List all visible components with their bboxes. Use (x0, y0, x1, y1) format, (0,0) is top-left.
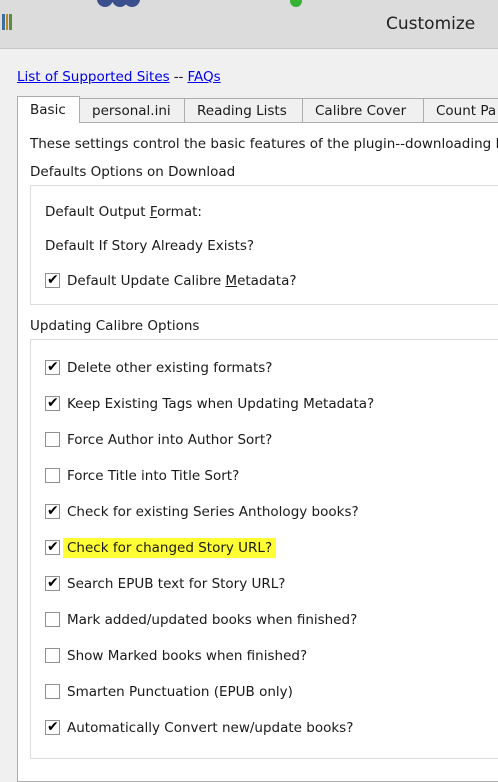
search-epub-url-label: Search EPUB text for Story URL? (67, 576, 286, 592)
default-output-format-label: Default Output Format: (45, 204, 202, 220)
show-marked-checkbox[interactable] (45, 648, 60, 663)
links-separator: -- (173, 69, 184, 85)
force-title-sort-label: Force Title into Title Sort? (67, 468, 240, 484)
highlight-mark: Check for changed Story URL? (63, 538, 277, 558)
help-links: List of Supported Sites -- FAQs (17, 69, 221, 85)
updating-section-title: Updating Calibre Options (30, 318, 200, 334)
changed-story-url-checkbox[interactable]: ✔ (45, 539, 60, 555)
supported-sites-link[interactable]: List of Supported Sites (17, 69, 170, 85)
decorative-blob-icon (124, 0, 140, 7)
check-mark-icon: ✔ (47, 272, 59, 288)
force-title-sort-checkbox[interactable] (45, 468, 60, 483)
check-mark-icon: ✔ (47, 395, 59, 411)
window-title: Customize (386, 14, 476, 34)
basic-tab-panel: These settings control the basic feature… (17, 122, 498, 782)
default-update-metadata-checkbox[interactable]: ✔ (45, 272, 60, 288)
check-mark-icon: ✔ (47, 719, 59, 735)
decorative-blob-icon (97, 0, 113, 7)
series-anthology-label: Check for existing Series Anthology book… (67, 504, 359, 520)
mark-updated-label: Mark added/updated books when finished? (67, 612, 358, 628)
delete-formats-label: Delete other existing formats? (67, 360, 273, 376)
check-mark-icon: ✔ (47, 359, 59, 375)
title-bar: Customize (0, 0, 498, 49)
auto-convert-checkbox[interactable]: ✔ (45, 719, 60, 735)
delete-formats-checkbox[interactable]: ✔ (45, 359, 60, 375)
tab-personal-ini[interactable]: personal.ini (79, 98, 185, 122)
updating-group: ✔ Delete other existing formats? ✔ Keep … (30, 339, 498, 759)
tab-basic[interactable]: Basic (17, 96, 80, 123)
show-marked-label: Show Marked books when finished? (67, 648, 308, 664)
faqs-link[interactable]: FAQs (187, 69, 220, 85)
decorative-blob-icon (290, 0, 302, 7)
mark-updated-checkbox[interactable] (45, 612, 60, 627)
tab-count-pages[interactable]: Count Pa (423, 98, 498, 122)
check-mark-icon: ✔ (47, 503, 59, 519)
defaults-section-title: Defaults Options on Download (30, 164, 236, 180)
smarten-punctuation-label: Smarten Punctuation (EPUB only) (67, 684, 293, 700)
intro-text: These settings control the basic feature… (30, 136, 498, 152)
force-author-sort-label: Force Author into Author Sort? (67, 432, 273, 448)
default-if-exists-label: Default If Story Already Exists? (45, 238, 255, 254)
search-epub-url-checkbox[interactable]: ✔ (45, 575, 60, 591)
tab-bar: Basic personal.ini Reading Lists Calibre… (17, 96, 498, 123)
defaults-group: Default Output Format: Default If Story … (30, 185, 498, 305)
default-update-metadata-label: Default Update Calibre Metadata? (67, 273, 297, 289)
calibre-app-icon (2, 14, 13, 30)
check-mark-icon: ✔ (47, 575, 59, 591)
tab-reading-lists[interactable]: Reading Lists (184, 98, 303, 122)
auto-convert-label: Automatically Convert new/update books? (67, 720, 354, 736)
force-author-sort-checkbox[interactable] (45, 432, 60, 447)
check-mark-icon: ✔ (47, 539, 59, 555)
changed-story-url-label: Check for changed Story URL? (63, 538, 277, 558)
keep-tags-checkbox[interactable]: ✔ (45, 395, 60, 411)
smarten-punctuation-checkbox[interactable] (45, 684, 60, 699)
series-anthology-checkbox[interactable]: ✔ (45, 503, 60, 519)
tab-calibre-cover[interactable]: Calibre Cover (302, 98, 424, 122)
keep-tags-label: Keep Existing Tags when Updating Metadat… (67, 396, 375, 412)
